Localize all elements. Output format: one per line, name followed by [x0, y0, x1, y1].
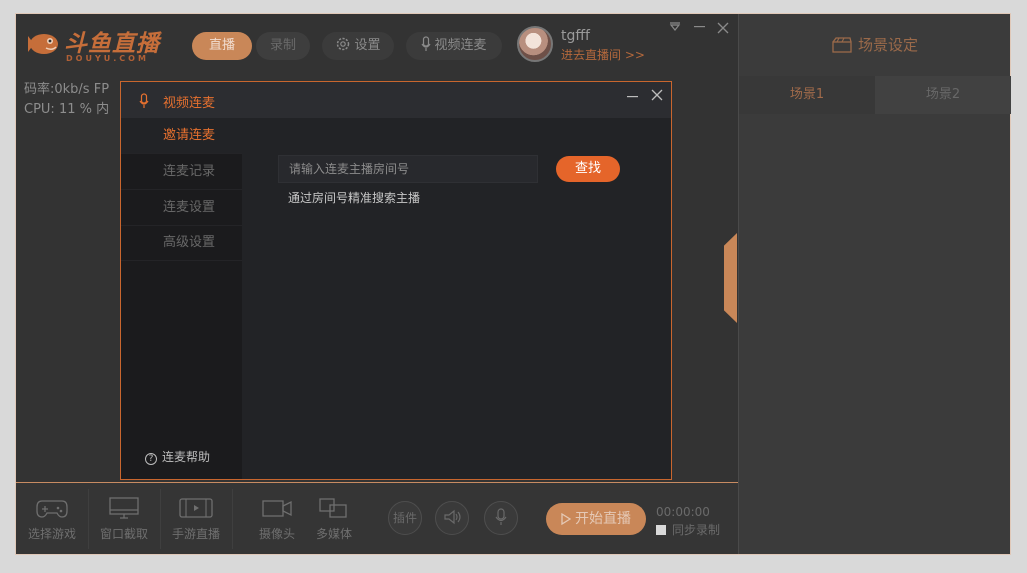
username: tgfff: [561, 28, 590, 44]
search-hint: 通过房间号精准搜索主播: [288, 191, 421, 205]
select-game-label: 选择游戏: [27, 527, 76, 541]
mobile-live-button[interactable]: 手游直播: [160, 483, 232, 555]
live-timer: 00:00:00: [656, 505, 710, 519]
video-link-button[interactable]: 视频连麦: [406, 32, 502, 60]
microphone-icon: [495, 508, 507, 525]
multimedia-button[interactable]: 多媒体: [300, 483, 368, 555]
header: 斗鱼直播 DOUYU.COM 直播 录制 设置 视频连麦 tgfff 进去直播间…: [16, 14, 738, 76]
media-icon: [319, 498, 347, 518]
record-mode-button[interactable]: 录制: [256, 32, 310, 60]
camera-label: 摄像头: [258, 527, 295, 541]
brand-domain: DOUYU.COM: [66, 54, 149, 63]
close-icon[interactable]: [651, 89, 663, 101]
mobile-live-label: 手游直播: [171, 527, 220, 541]
microphone-button[interactable]: [484, 501, 518, 535]
toolbar-divider: [232, 489, 233, 549]
scene-title-label: 场景设定: [857, 36, 918, 54]
sync-record-label: 同步录制: [672, 523, 721, 537]
scene-tabs: 场景1 场景2: [739, 76, 1011, 114]
nav-advanced-settings[interactable]: 高级设置: [121, 225, 242, 261]
enter-room-link[interactable]: 进去直播间 >>: [561, 46, 645, 63]
cpu-text: CPU: 11 % 内: [24, 102, 110, 117]
douyu-logo: 斗鱼直播 DOUYU.COM: [26, 22, 166, 68]
clapperboard-icon: [832, 37, 852, 53]
tab-scene-2[interactable]: 场景2: [875, 76, 1011, 114]
search-button[interactable]: 查找: [556, 156, 620, 182]
settings-label: 设置: [354, 38, 381, 53]
douyu-fish-logo-icon: [28, 34, 58, 54]
video-link-dialog: 视频连麦 邀请连麦 连麦记录 连麦设置 高级设置 ? 连麦帮助 查找 通过房间号精…: [120, 81, 672, 480]
brand-name: 斗鱼直播: [64, 31, 160, 57]
speaker-icon: [444, 509, 461, 525]
panel-collapse-handle[interactable]: [724, 233, 737, 323]
nav-invite-link[interactable]: 邀请连麦: [121, 118, 242, 154]
stream-stats: 码率:0kb/s FP CPU: 11 % 内: [24, 80, 109, 120]
sync-record-option[interactable]: 同步录制: [656, 521, 720, 538]
sync-record-checkbox[interactable]: [656, 525, 666, 535]
multimedia-label: 多媒体: [315, 527, 352, 541]
bottom-toolbar: 选择游戏 窗口截取 手游直播 摄像头 多媒体 插件 开始直播 00:00:00 …: [16, 482, 738, 554]
help-label: 连麦帮助: [162, 450, 211, 464]
start-live-button[interactable]: 开始直播: [546, 503, 646, 535]
camera-icon: [262, 500, 292, 517]
start-live-label: 开始直播: [575, 511, 631, 527]
minimize-icon[interactable]: [694, 26, 706, 28]
dialog-header: 视频连麦: [121, 82, 671, 118]
window-capture-button[interactable]: 窗口截取: [88, 483, 160, 555]
live-mode-button[interactable]: 直播: [192, 32, 252, 60]
scene-panel: 场景设定 场景1 场景2: [738, 14, 1011, 554]
scene-panel-title: 场景设定: [739, 14, 1011, 76]
minimize-icon[interactable]: [627, 88, 639, 102]
nav-link-history[interactable]: 连麦记录: [121, 154, 242, 190]
tab-scene-1[interactable]: 场景1: [739, 76, 875, 114]
help-link[interactable]: ? 连麦帮助: [145, 448, 210, 465]
phone-screen-icon: [179, 498, 213, 518]
dialog-nav: 邀请连麦 连麦记录 连麦设置 高级设置 ? 连麦帮助: [121, 118, 242, 479]
close-icon[interactable]: [717, 22, 729, 34]
help-circle-icon: ?: [145, 453, 157, 465]
settings-button[interactable]: 设置: [322, 32, 394, 60]
microphone-icon: [139, 93, 149, 108]
avatar[interactable]: [517, 26, 553, 62]
speaker-button[interactable]: [435, 501, 469, 535]
room-number-input[interactable]: [278, 155, 538, 183]
microphone-icon: [421, 36, 431, 51]
bitrate-text: 码率:0kb/s FP: [24, 82, 110, 97]
gamepad-icon: [36, 500, 68, 518]
select-game-button[interactable]: 选择游戏: [16, 483, 88, 555]
play-icon: [561, 512, 572, 526]
plugin-button[interactable]: 插件: [388, 501, 422, 535]
video-link-label: 视频连麦: [434, 38, 487, 53]
dropdown-triangle-icon[interactable]: [669, 22, 681, 32]
dialog-title: 视频连麦: [163, 96, 216, 111]
window-capture-label: 窗口截取: [99, 527, 148, 541]
gear-icon: [337, 37, 350, 51]
monitor-icon: [109, 497, 139, 519]
nav-link-settings[interactable]: 连麦设置: [121, 190, 242, 226]
